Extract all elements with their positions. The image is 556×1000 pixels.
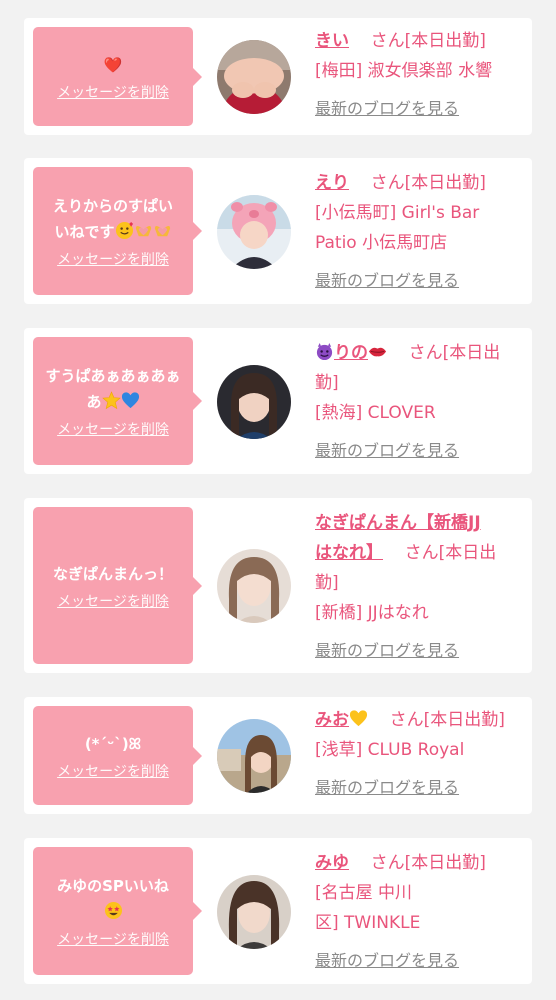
delete-message-link[interactable]: メッセージを削除: [57, 82, 169, 102]
cast-info: みゆ さん[本日出勤] [名古屋 中川 区] TWINKLE 最新のブログを見る: [315, 848, 527, 976]
delete-message-link[interactable]: メッセージを削除: [57, 761, 169, 781]
shop-name: [熱海] CLOVER: [315, 403, 436, 423]
avatar[interactable]: [217, 40, 291, 114]
latest-blog-link[interactable]: 最新のブログを見る: [315, 94, 527, 124]
message-text: えりからのすぱい いねです: [52, 197, 173, 241]
message-text: ❤️: [103, 55, 123, 74]
latest-blog-link[interactable]: 最新のブログを見る: [315, 946, 527, 976]
cast-info: みお さん[本日出勤] [浅草] CLUB Royal 最新のブログを見る: [315, 705, 527, 803]
shop-name: [名古屋 中川 区] TWINKLE: [315, 883, 421, 933]
latest-blog-link[interactable]: 最新のブログを見る: [315, 773, 527, 803]
avatar[interactable]: [217, 365, 291, 439]
attendance-status-cont: 勤]: [315, 373, 339, 393]
message-bubble: みゆのSPいいね メッセージを削除: [33, 847, 202, 975]
attendance-status: さん[本日出勤]: [389, 710, 505, 730]
cast-name-link-cont[interactable]: はなれ】: [315, 543, 383, 563]
message-card: すうぱあぁあぁあぁ あ メッセージを削除 りの さん[本日出 勤] [熱海] C…: [24, 328, 532, 474]
message-list: ❤️ メッセージを削除 きい さん[本日出勤] [梅田] 淑女倶楽部 水響 最新…: [0, 0, 556, 1000]
message-text: みゆのSPいいね: [57, 873, 169, 925]
heart-hands-emoji: [135, 225, 151, 237]
message-card: えりからのすぱい いねです メッセージを削除 えり さん[本日出勤] [小伝馬町…: [24, 158, 532, 304]
avatar[interactable]: [217, 875, 291, 949]
delete-message-link[interactable]: メッセージを削除: [57, 249, 169, 269]
blue-heart-emoji: [121, 392, 139, 409]
attendance-status: さん[本日出勤]: [370, 173, 486, 193]
message-bubble: ❤️ メッセージを削除: [33, 27, 202, 126]
cast-name-link[interactable]: みお: [315, 710, 368, 730]
smiling-hearts-emoji: [115, 221, 133, 240]
shop-name: [梅田] 淑女倶楽部 水響: [315, 61, 493, 81]
star-emoji: [101, 391, 121, 410]
cast-name-link[interactable]: きい: [315, 31, 349, 51]
message-card: みゆのSPいいね メッセージを削除 みゆ さん[本日出勤] [名古屋 中川 区]…: [24, 838, 532, 984]
cast-name-link[interactable]: なぎぱんまん【新橋JJ: [315, 513, 481, 533]
delete-message-link[interactable]: メッセージを削除: [57, 419, 169, 439]
cast-name-link[interactable]: みゆ: [315, 853, 349, 873]
message-bubble: なぎぱんまんっ！ メッセージを削除: [33, 507, 202, 664]
message-text: なぎぱんまんっ！: [52, 564, 173, 583]
message-card: ❤️ メッセージを削除 きい さん[本日出勤] [梅田] 淑女倶楽部 水響 最新…: [24, 18, 532, 135]
cast-info: えり さん[本日出勤] [小伝馬町] Girl's Bar Patio 小伝馬町…: [315, 168, 527, 296]
message-text: すうぱあぁあぁあぁ あ: [45, 367, 181, 411]
cast-name-link[interactable]: りの: [315, 342, 387, 363]
cast-name-link[interactable]: えり: [315, 173, 349, 193]
attendance-status: さん[本日出勤]: [370, 853, 486, 873]
latest-blog-link[interactable]: 最新のブログを見る: [315, 266, 527, 296]
avatar[interactable]: [217, 549, 291, 623]
star-struck-emoji: [104, 901, 122, 920]
message-text: (*ˊᵕˋ)ꕤ: [84, 734, 142, 753]
message-bubble: すうぱあぁあぁあぁ あ メッセージを削除: [33, 337, 202, 465]
message-bubble: (*ˊᵕˋ)ꕤ メッセージを削除: [33, 706, 202, 805]
shop-name: [浅草] CLUB Royal: [315, 740, 465, 760]
shop-name: [新橋] JJはなれ: [315, 603, 429, 623]
message-bubble: えりからのすぱい いねです メッセージを削除: [33, 167, 202, 295]
shop-name: [小伝馬町] Girl's Bar Patio 小伝馬町店: [315, 203, 480, 253]
attendance-status-cont: 勤]: [315, 573, 339, 593]
attendance-status: さん[本日出勤]: [370, 31, 486, 51]
avatar[interactable]: [217, 195, 291, 269]
latest-blog-link[interactable]: 最新のブログを見る: [315, 436, 527, 466]
lips-emoji: [368, 347, 387, 357]
message-card: (*ˊᵕˋ)ꕤ メッセージを削除 みお さん[本日出勤] [浅草] CLUB R…: [24, 697, 532, 814]
delete-message-link[interactable]: メッセージを削除: [57, 591, 169, 611]
delete-message-link[interactable]: メッセージを削除: [57, 929, 169, 949]
latest-blog-link[interactable]: 最新のブログを見る: [315, 636, 527, 666]
avatar[interactable]: [217, 719, 291, 793]
message-card: なぎぱんまんっ！ メッセージを削除 なぎぱんまん【新橋JJ はなれ】 さん[本日…: [24, 498, 532, 673]
heart-hands-emoji: [154, 225, 170, 237]
yellow-heart-emoji: [349, 710, 368, 727]
cast-info: りの さん[本日出 勤] [熱海] CLOVER 最新のブログを見る: [315, 338, 527, 466]
attendance-status: さん[本日出: [404, 543, 497, 563]
attendance-status: さん[本日出: [408, 343, 501, 363]
cast-info: なぎぱんまん【新橋JJ はなれ】 さん[本日出 勤] [新橋] JJはなれ 最新…: [315, 508, 527, 666]
cast-info: きい さん[本日出勤] [梅田] 淑女倶楽部 水響 最新のブログを見る: [315, 26, 527, 124]
devil-emoji: [316, 342, 333, 361]
